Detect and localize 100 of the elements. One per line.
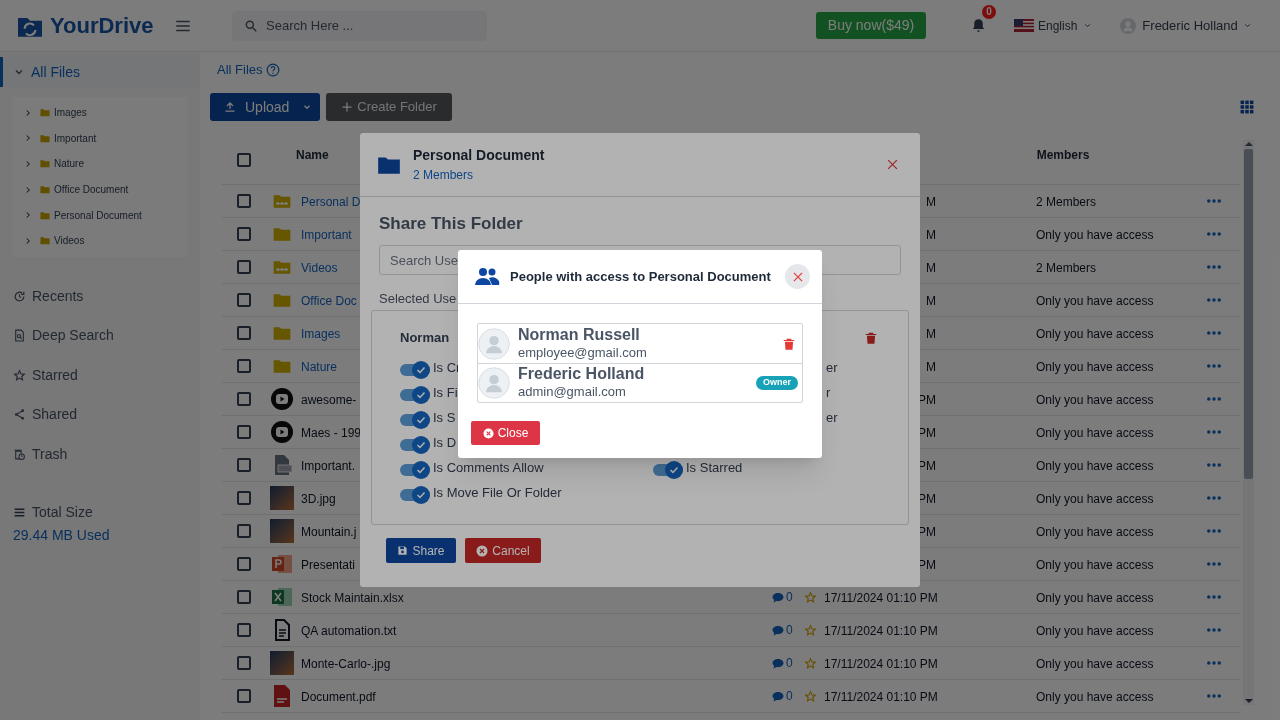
members-info: Only you have access	[1036, 591, 1154, 605]
sidebar-item[interactable]: Recents	[0, 276, 200, 317]
more-options-icon[interactable]	[1207, 264, 1221, 270]
checkbox[interactable]	[237, 590, 251, 604]
more-options-icon[interactable]	[1207, 396, 1221, 402]
sidebar-item[interactable]: Trash	[0, 434, 200, 475]
checkbox[interactable]	[237, 326, 251, 340]
members-count[interactable]: 2 Members	[413, 166, 545, 184]
checkbox[interactable]	[237, 293, 251, 307]
more-options-icon[interactable]	[1207, 495, 1221, 501]
date-modified: M	[926, 195, 936, 209]
language-selector[interactable]: English	[1038, 16, 1078, 35]
checkbox[interactable]	[237, 458, 251, 472]
star-icon[interactable]	[804, 689, 817, 703]
more-options-icon[interactable]	[1207, 363, 1221, 369]
more-options-icon[interactable]	[1207, 231, 1221, 237]
photo-placeholder	[270, 519, 294, 543]
search-field[interactable]: Search Here ...	[232, 10, 487, 41]
checkbox[interactable]	[237, 491, 251, 505]
toggle-switch[interactable]	[653, 460, 683, 479]
tree-item[interactable]: Nature	[12, 151, 188, 177]
file-name: Monte-Carlo-.jpg	[301, 657, 391, 671]
star-icon[interactable]	[804, 623, 817, 637]
dialog-title: Personal Document	[413, 146, 545, 165]
file-name[interactable]: Images	[301, 327, 341, 341]
toggle-switch[interactable]	[400, 460, 430, 479]
close-button[interactable]	[785, 264, 810, 289]
file-name[interactable]: Personal D	[301, 195, 361, 209]
share-icon	[13, 408, 26, 422]
more-options-icon[interactable]	[1207, 528, 1221, 534]
toggle-switch[interactable]	[400, 385, 430, 404]
user-name[interactable]: Frederic Holland	[1142, 15, 1238, 36]
buy-now-button[interactable]: Buy now($49)	[816, 12, 926, 39]
sidebar-item[interactable]: Shared	[0, 395, 200, 435]
star-icon[interactable]	[804, 656, 817, 670]
flag-icon	[1014, 19, 1034, 32]
more-options-icon[interactable]	[1207, 429, 1221, 435]
checkbox[interactable]	[237, 623, 251, 637]
tree-item[interactable]: Images	[12, 100, 188, 126]
more-options-icon[interactable]	[1207, 660, 1221, 666]
delete-icon[interactable]	[864, 330, 878, 346]
share-button[interactable]: Share	[386, 538, 456, 563]
tree-item[interactable]: Office Document	[12, 176, 188, 203]
checkbox[interactable]	[237, 425, 251, 439]
toggle-switch[interactable]	[400, 435, 430, 454]
more-options-icon[interactable]	[1207, 462, 1221, 468]
search-icon	[244, 18, 258, 33]
file-name: Mountain.j	[301, 525, 357, 539]
checkbox[interactable]	[237, 524, 251, 538]
checkbox[interactable]	[237, 557, 251, 571]
tree-item[interactable]: Personal Document	[12, 202, 188, 228]
file-name[interactable]: Office Doc	[301, 294, 357, 308]
sidebar-item[interactable]: Starred	[0, 355, 200, 396]
members-info: Only you have access	[1036, 657, 1154, 671]
date-modified: 17/11/2024 01:10 PM	[824, 690, 938, 704]
checkbox[interactable]	[237, 392, 251, 406]
storage-used: 29.44 MB Used	[12, 526, 111, 546]
comment-count: 0	[786, 688, 793, 705]
members-info: Only you have access	[1036, 228, 1154, 242]
more-options-icon[interactable]	[1207, 198, 1221, 204]
checkbox[interactable]	[237, 260, 251, 274]
star-icon[interactable]	[804, 590, 817, 604]
tree-item[interactable]: All Files	[0, 57, 200, 87]
checkbox[interactable]	[237, 689, 251, 703]
upload-button[interactable]: Upload	[210, 93, 320, 121]
scrollbar[interactable]	[1243, 140, 1254, 705]
permission-label: Is Starred	[686, 458, 743, 477]
scrollbar-thumb[interactable]	[1244, 149, 1253, 479]
toggle-switch[interactable]	[400, 360, 430, 379]
permission-label: Is D	[433, 433, 457, 452]
tree-item[interactable]: Videos	[12, 227, 188, 254]
file-name[interactable]: Videos	[301, 261, 338, 275]
more-options-icon[interactable]	[1207, 627, 1221, 633]
checkbox[interactable]	[237, 227, 251, 241]
close-button[interactable]: Close	[471, 421, 540, 445]
toggle-switch[interactable]	[400, 410, 430, 429]
close-icon[interactable]	[885, 157, 900, 172]
checkbox[interactable]	[237, 194, 251, 208]
more-options-icon[interactable]	[1207, 330, 1221, 336]
members-info: Only you have access	[1036, 558, 1154, 572]
toggle-switch[interactable]	[400, 485, 430, 504]
checkbox[interactable]	[237, 359, 251, 373]
caret-icon	[1083, 21, 1093, 30]
file-name: Important.	[301, 459, 356, 473]
breadcrumb-link[interactable]: All Files	[217, 60, 263, 80]
file-name[interactable]: Important	[301, 228, 352, 242]
more-options-icon[interactable]	[1207, 297, 1221, 303]
more-options-icon[interactable]	[1207, 561, 1221, 567]
grid-view-icon[interactable]	[1240, 100, 1254, 114]
tree-item[interactable]: Important	[12, 125, 188, 152]
more-options-icon[interactable]	[1207, 594, 1221, 600]
create-folder-button[interactable]: Create Folder	[326, 93, 452, 121]
more-options-icon[interactable]	[1207, 693, 1221, 699]
scroll-down-icon[interactable]	[1244, 699, 1253, 703]
cancel-button[interactable]: Cancel	[465, 538, 541, 563]
date-modified: 17/11/2024 01:10 PM	[824, 591, 938, 605]
checkbox[interactable]	[237, 153, 251, 167]
file-name[interactable]: Nature	[301, 360, 338, 374]
sidebar-item[interactable]: Deep Search	[0, 316, 200, 356]
checkbox[interactable]	[237, 656, 251, 670]
